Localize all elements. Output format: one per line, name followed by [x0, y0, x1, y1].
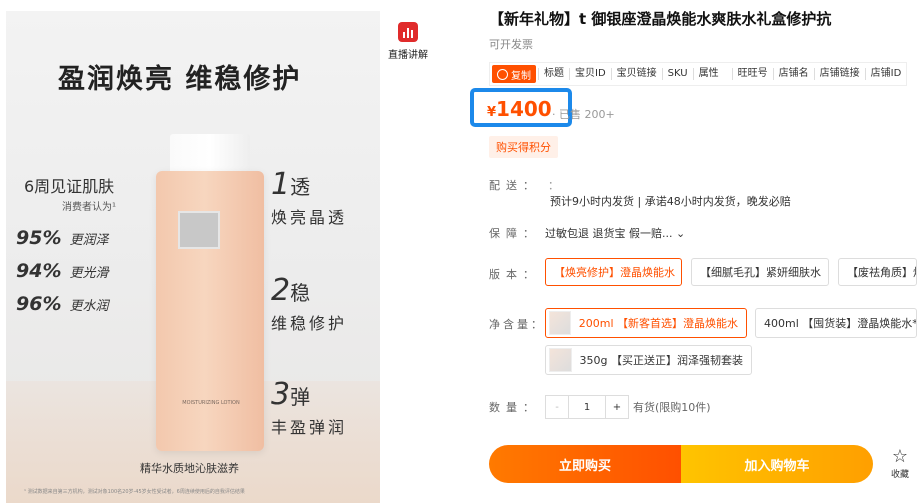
sold-count: · 已售 200+ — [552, 108, 615, 121]
quantity-increase-button[interactable]: + — [605, 396, 628, 418]
copy-title-button[interactable]: 标题 — [538, 68, 569, 80]
poster-headline: 盈润焕亮 维稳修护 — [58, 64, 302, 95]
stat-title: 6周见证肌肤 — [24, 177, 115, 196]
quantity-stepper: - 1 + — [545, 395, 629, 419]
add-to-cart-button[interactable]: 加入购物车 — [681, 445, 873, 483]
quantity-label: 数量： — [489, 401, 540, 414]
stat-row: 94% 更光滑 — [16, 260, 109, 282]
favorite-label: 收藏 — [890, 470, 909, 480]
guarantee-dropdown[interactable]: 过敏包退 退货宝 假一赔... ⌄ — [545, 225, 685, 241]
copy-wangwang-button[interactable]: 旺旺号 — [731, 68, 773, 80]
stat-subtitle: 消费者认为¹ — [62, 202, 117, 213]
copy-shop-name-button[interactable]: 店铺名 — [772, 68, 814, 80]
shipping-label: 配送： — [489, 179, 540, 192]
capacity-option[interactable]: 200ml 【新客首选】澄晶焕能水 — [545, 308, 747, 338]
copy-item-id-button[interactable]: 宝贝ID — [569, 68, 611, 80]
live-chart-icon — [398, 22, 418, 42]
copy-shop-id-button[interactable]: 店铺ID — [864, 68, 907, 80]
feature-item: 3弹 丰盈弹润 — [271, 377, 348, 437]
star-icon: ☆ — [891, 446, 909, 467]
bottle-logo-label — [178, 211, 220, 249]
price: ¥1400 — [487, 97, 552, 121]
capacity-label: 净含量： — [489, 318, 545, 331]
shipping-note: 预计9小时内发货 | 承诺48小时内发货，晚发必赔 — [550, 195, 791, 208]
product-title: 【新年礼物】t 御银座澄晶焕能水爽肤水礼盒修护抗 — [489, 10, 832, 28]
version-option[interactable]: 【废祛角质】焕 — [838, 258, 917, 286]
option-thumbnail — [549, 348, 572, 372]
copy-item-link-button[interactable]: 宝贝链接 — [610, 68, 662, 80]
version-option[interactable]: 【焕亮修护】澄晶焕能水 — [545, 258, 682, 286]
stat-row: 95% 更润泽 — [16, 227, 109, 249]
live-explain-button[interactable]: 直播讲解 — [386, 20, 430, 64]
version-option[interactable]: 【细腻毛孔】紧妍细肤水 — [691, 258, 829, 286]
option-thumbnail — [549, 311, 571, 335]
shipping-origin: ： — [548, 179, 559, 192]
stock-status: 有货(限购10件) — [633, 401, 711, 414]
quantity-input[interactable]: 1 — [569, 396, 605, 418]
copy-attributes-button[interactable]: 属性 — [692, 68, 724, 80]
invoice-tag: 可开发票 — [489, 38, 533, 51]
poster-caption: 精华水质地沁肤滋养 — [140, 462, 239, 475]
product-main-image[interactable]: 盈润焕亮 维稳修护 MOISTURIZING LOTION 6周见证肌肤 消费者… — [6, 11, 380, 503]
capacity-option[interactable]: 350g 【买正送正】润泽强韧套装 — [545, 345, 752, 375]
feature-item: 2稳 维稳修护 — [271, 273, 348, 333]
bottle-text: MOISTURIZING LOTION — [182, 400, 240, 406]
copy-shop-link-button[interactable]: 店铺链接 — [813, 68, 865, 80]
capacity-option[interactable]: 400ml 【囤货装】澄晶焕能水*2 — [755, 308, 917, 338]
points-badge: 购买得积分 — [489, 136, 558, 158]
live-explain-label: 直播讲解 — [388, 50, 428, 61]
guarantee-label: 保障： — [489, 227, 540, 240]
quantity-decrease-button[interactable]: - — [546, 396, 569, 418]
copy-sku-button[interactable]: SKU — [661, 68, 693, 80]
gallery-side-area — [380, 11, 440, 503]
favorite-button[interactable]: ☆ 收藏 — [885, 446, 915, 481]
version-label: 版本： — [489, 268, 540, 281]
stat-row: 96% 更水润 — [16, 293, 109, 315]
feature-item: 1透 焕亮晶透 — [271, 167, 348, 227]
clock-icon — [497, 68, 508, 80]
copy-button[interactable]: 复制 — [492, 65, 536, 83]
poster-fine-print: ¹ 测试数据来自第三方机构，测试对象100名20岁-45岁女性受试者，6周连续使… — [24, 489, 245, 495]
copy-toolbar: 复制 标题 宝贝ID 宝贝链接 SKU 属性 旺旺号 店铺名 店铺链接 店铺ID — [489, 62, 908, 86]
buy-now-button[interactable]: 立即购买 — [489, 445, 681, 483]
